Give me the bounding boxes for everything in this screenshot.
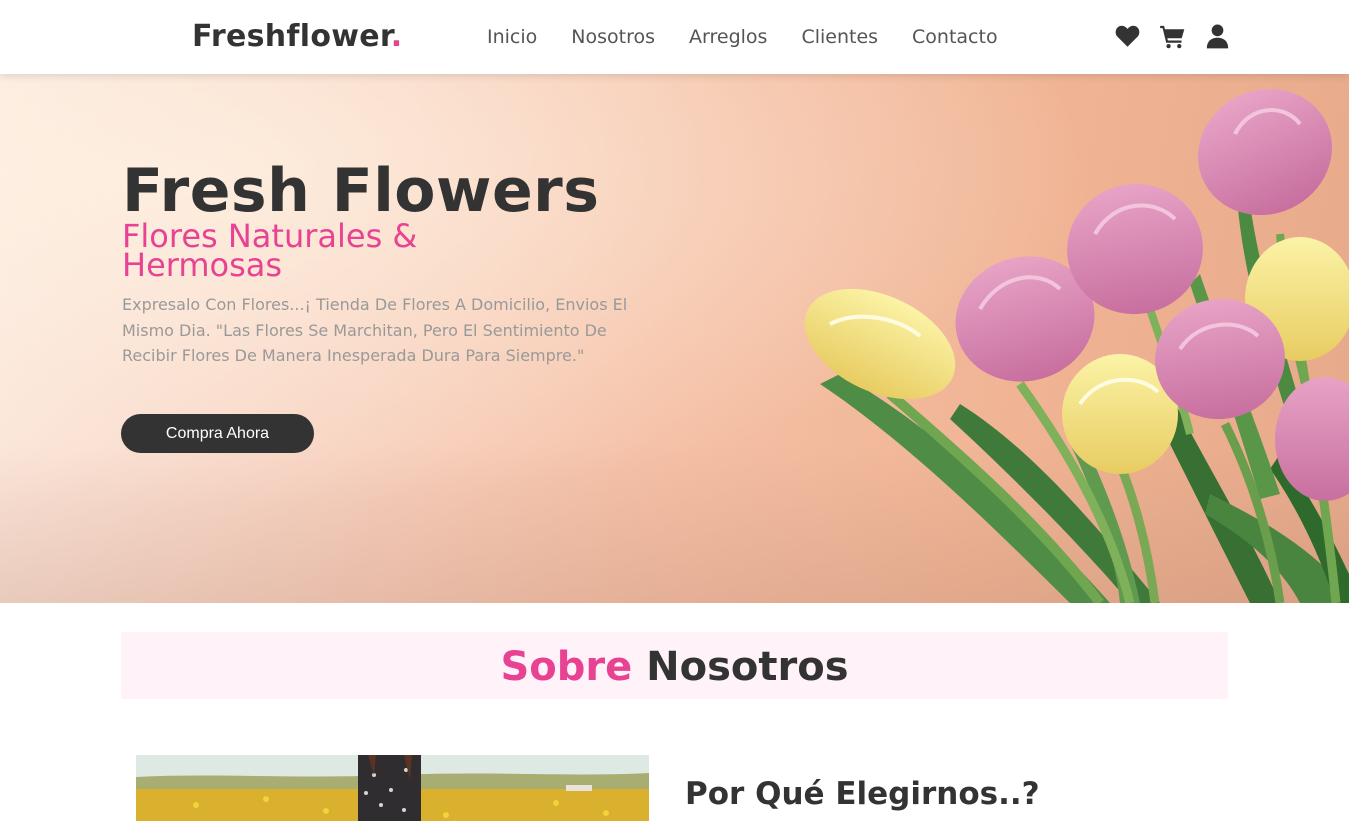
nav-contacto[interactable]: Contacto — [912, 22, 998, 52]
nav-inicio[interactable]: Inicio — [487, 22, 537, 52]
cart-icon[interactable] — [1159, 22, 1186, 50]
shop-now-button[interactable]: Compra Ahora — [121, 414, 314, 453]
brand-name: Freshflower — [192, 19, 391, 54]
tulips-image — [804, 88, 1349, 603]
hero-description: Expresalo Con Flores...¡ Tienda De Flore… — [122, 295, 628, 365]
hero-subtitle: Flores Naturales & Hermosas — [122, 217, 418, 284]
brand-logo[interactable]: Freshflower. — [192, 18, 402, 56]
hero-banner: Fresh Flowers Flores Naturales & Hermosa… — [0, 74, 1349, 603]
nav-nosotros[interactable]: Nosotros — [571, 22, 655, 52]
why-choose-us-heading: Por Qué Elegirnos..? — [685, 776, 1040, 812]
header: Freshflower. Inicio Nosotros Arreglos Cl… — [0, 0, 1349, 74]
about-heading-bar: Sobre Nosotros — [121, 632, 1228, 699]
brand-dot: . — [390, 19, 403, 54]
about-photo — [136, 755, 649, 821]
nav-arreglos[interactable]: Arreglos — [689, 22, 767, 52]
user-icon[interactable] — [1204, 22, 1231, 50]
nav-clientes[interactable]: Clientes — [801, 22, 878, 52]
about-title-accent: Sobre — [500, 644, 633, 690]
about-title-rest: Nosotros — [646, 644, 849, 690]
heart-icon[interactable] — [1114, 22, 1141, 50]
main-nav: Inicio Nosotros Arreglos Clientes Contac… — [487, 22, 1032, 52]
header-icons — [1114, 22, 1231, 50]
about-title: Sobre Nosotros — [121, 642, 1228, 692]
hero-title: Fresh Flowers — [122, 156, 600, 226]
